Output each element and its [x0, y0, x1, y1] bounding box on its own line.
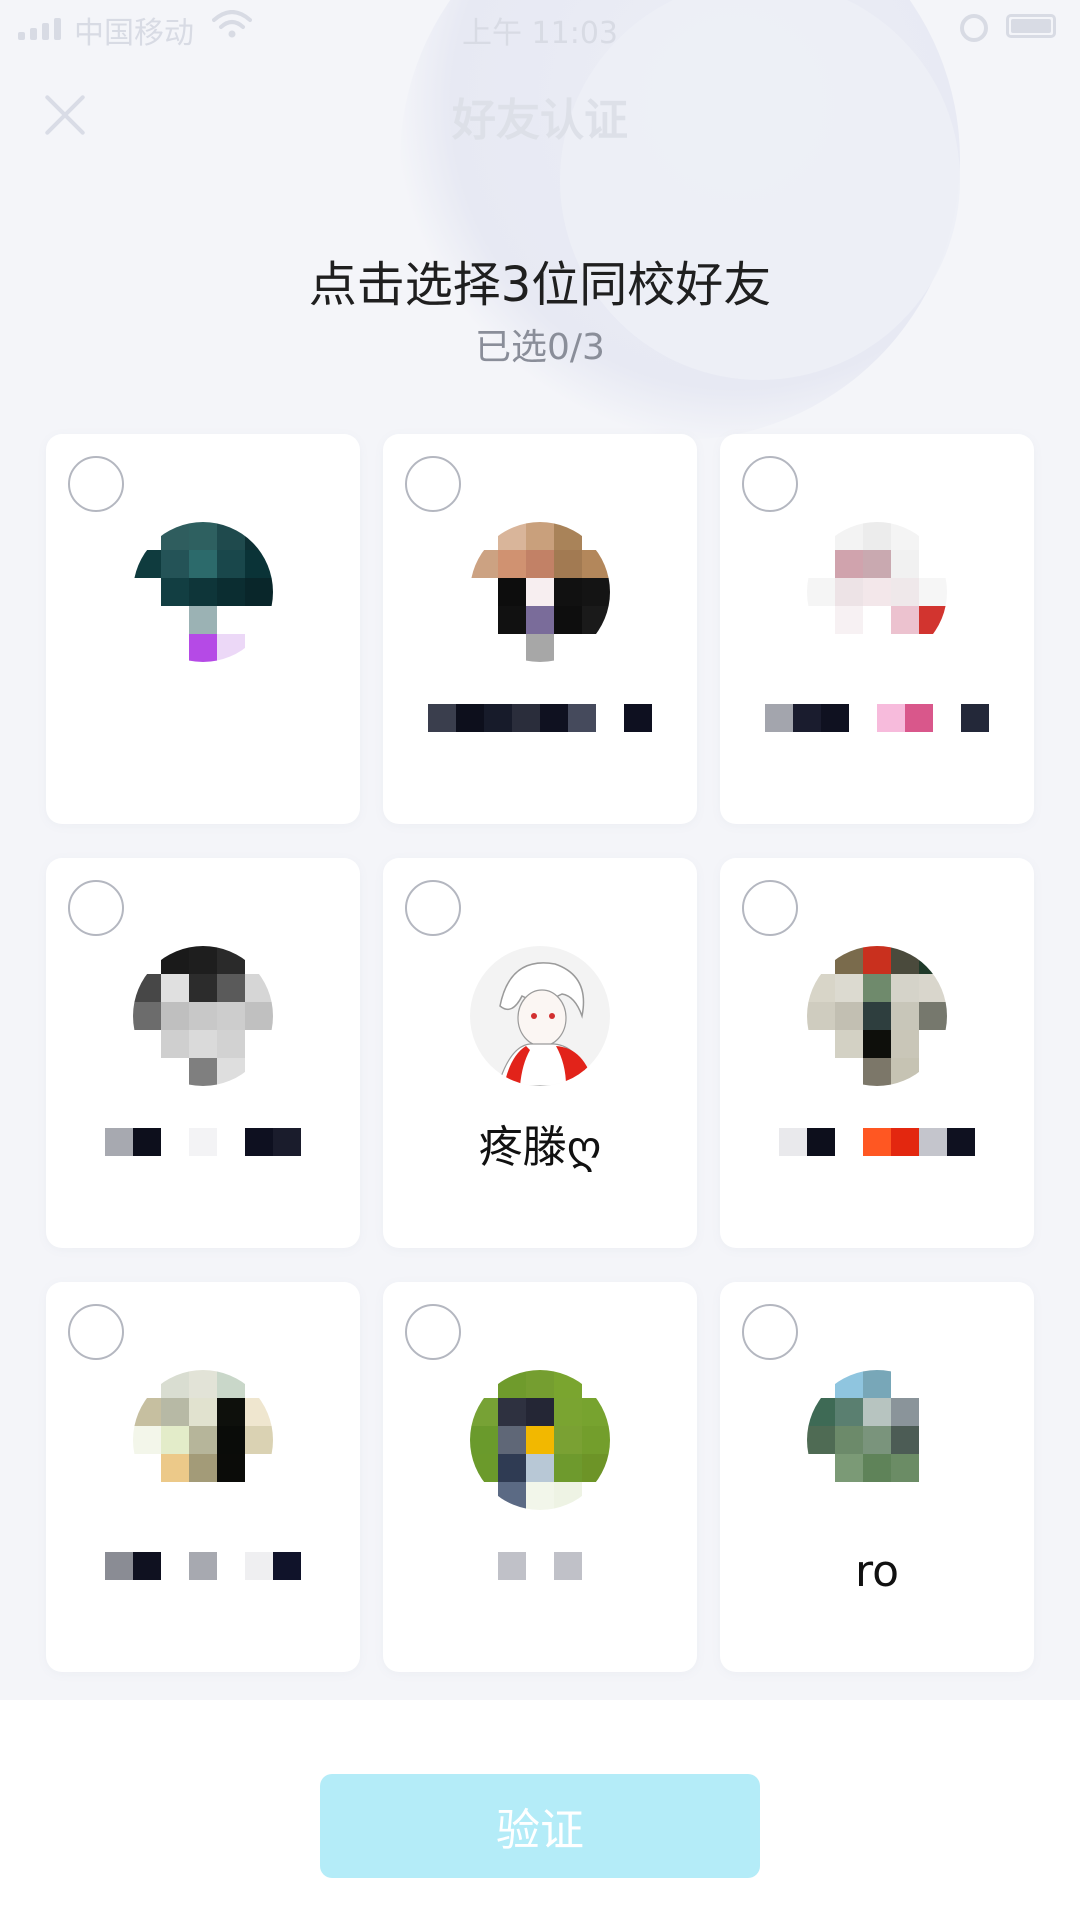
avatar	[470, 946, 610, 1086]
select-radio[interactable]	[742, 1304, 798, 1360]
friend-name: ro	[854, 1546, 900, 1597]
friend-card[interactable]	[46, 858, 360, 1248]
avatar	[133, 522, 273, 662]
friend-card[interactable]	[383, 1282, 697, 1672]
clock: 上午 11:03	[462, 16, 618, 51]
select-radio[interactable]	[742, 456, 798, 512]
friend-card[interactable]: ro	[720, 1282, 1034, 1672]
friend-name-obscured	[720, 1128, 1034, 1156]
battery-icon	[1006, 14, 1056, 38]
friend-name-obscured	[383, 1552, 697, 1580]
select-radio[interactable]	[405, 880, 461, 936]
friend-name-obscured	[383, 704, 697, 732]
friend-card[interactable]	[720, 858, 1034, 1248]
friend-card[interactable]	[46, 1282, 360, 1672]
avatar	[133, 1370, 273, 1510]
friend-name-obscured	[46, 1128, 360, 1156]
select-radio[interactable]	[405, 456, 461, 512]
verify-button[interactable]: 验证	[320, 1774, 760, 1878]
select-radio[interactable]	[405, 1304, 461, 1360]
select-radio[interactable]	[742, 880, 798, 936]
friend-grid: 疼滕ღ ro	[46, 434, 1034, 1672]
status-bar: 中国移动 上午 11:03	[0, 0, 1080, 56]
friend-name-obscured	[46, 1552, 360, 1580]
selection-count: 已选0/3	[475, 327, 605, 368]
friend-card[interactable]: 疼滕ღ	[383, 858, 697, 1248]
avatar	[807, 522, 947, 662]
page-title: 点击选择3位同校好友	[308, 257, 772, 313]
friend-card[interactable]	[720, 434, 1034, 824]
avatar	[470, 1370, 610, 1510]
friend-card[interactable]	[383, 434, 697, 824]
select-radio[interactable]	[68, 880, 124, 936]
background-decoration	[400, 0, 960, 440]
friend-name-obscured	[720, 704, 1034, 732]
avatar	[470, 522, 610, 662]
illustrated-avatar-icon	[470, 946, 610, 1086]
friend-name: 疼滕ღ	[478, 1122, 602, 1173]
orientation-lock-icon	[960, 14, 988, 42]
select-radio[interactable]	[68, 456, 124, 512]
nav-title: 好友认证	[452, 95, 628, 146]
friend-card[interactable]	[46, 434, 360, 824]
select-radio[interactable]	[68, 1304, 124, 1360]
avatar	[133, 946, 273, 1086]
avatar	[807, 946, 947, 1086]
avatar	[807, 1370, 947, 1510]
